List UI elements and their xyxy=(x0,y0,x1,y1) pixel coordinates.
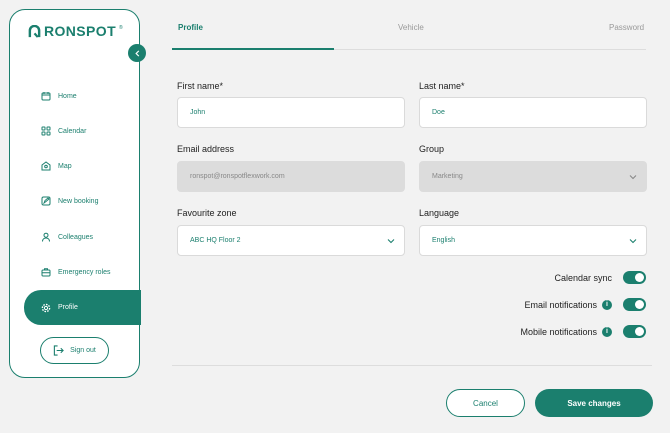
favourite-zone-value: ABC HQ Floor 2 xyxy=(190,237,241,244)
sign-out-icon xyxy=(53,345,65,356)
sidebar-item-label: Home xyxy=(58,92,77,100)
sidebar-item-map[interactable]: Map xyxy=(10,156,140,176)
sidebar-item-home[interactable]: Home xyxy=(10,86,140,106)
language-value: English xyxy=(432,237,455,244)
last-name-value: Doe xyxy=(432,109,445,116)
sign-out-button[interactable]: Sign out xyxy=(40,337,109,364)
map-pin-icon xyxy=(41,161,51,171)
sign-out-label: Sign out xyxy=(70,347,96,354)
footer-divider xyxy=(172,365,652,366)
sidebar-item-colleagues[interactable]: Colleagues xyxy=(10,227,140,247)
calendar-sync-row: Calendar sync xyxy=(554,271,646,284)
sidebar-item-profile[interactable]: Profile xyxy=(24,290,141,325)
chevron-down-icon xyxy=(387,237,395,245)
last-name-label: Last name* xyxy=(419,81,465,91)
sidebar-item-calendar[interactable]: Calendar xyxy=(10,121,140,141)
first-name-value: John xyxy=(190,109,206,116)
ronspot-logo[interactable]: RONSPOT ® xyxy=(28,23,123,39)
save-changes-button[interactable]: Save changes xyxy=(535,389,653,417)
tab-password[interactable]: Password xyxy=(609,23,644,32)
active-tab-indicator xyxy=(172,48,334,50)
gear-icon xyxy=(41,303,51,313)
mobile-notifications-label: Mobile notifications xyxy=(520,326,597,337)
chevron-down-icon xyxy=(629,173,637,181)
mobile-notifications-row: Mobile notifications i xyxy=(520,325,646,338)
sidebar-item-emergency-roles[interactable]: Emergency roles xyxy=(10,262,140,282)
calendar-sync-toggle[interactable] xyxy=(623,271,646,284)
favourite-zone-select[interactable]: ABC HQ Floor 2 xyxy=(177,225,405,256)
sidebar: RONSPOT ® Home Calendar Map New booking … xyxy=(9,9,141,378)
email-notifications-toggle[interactable] xyxy=(623,298,646,311)
email-notifications-label: Email notifications xyxy=(524,299,597,310)
email-value: ronspot@ronspotflexwork.com xyxy=(190,173,285,180)
sidebar-item-label: Calendar xyxy=(58,127,87,135)
sidebar-item-label: New booking xyxy=(58,197,99,205)
sidebar-item-label: Profile xyxy=(58,304,78,311)
group-select: Marketing xyxy=(419,161,647,192)
collapse-sidebar-button[interactable] xyxy=(128,44,146,62)
tab-profile[interactable]: Profile xyxy=(178,23,203,32)
group-value: Marketing xyxy=(432,173,463,180)
email-label: Email address xyxy=(177,144,235,154)
email-field: ronspot@ronspotflexwork.com xyxy=(177,161,405,192)
info-icon[interactable]: i xyxy=(602,326,612,337)
email-notifications-row: Email notifications i xyxy=(524,298,646,311)
chevron-down-icon xyxy=(629,237,637,245)
ronspot-logo-icon xyxy=(28,24,41,38)
sidebar-item-new-booking[interactable]: New booking xyxy=(10,191,140,211)
info-icon[interactable]: i xyxy=(602,299,612,310)
first-name-field[interactable]: John xyxy=(177,97,405,128)
chevron-left-icon xyxy=(134,49,139,57)
brand-trademark: ® xyxy=(119,25,123,31)
favourite-zone-label: Favourite zone xyxy=(177,208,237,218)
language-select[interactable]: English xyxy=(419,225,647,256)
tab-vehicle[interactable]: Vehicle xyxy=(398,23,424,32)
sidebar-item-label: Colleagues xyxy=(58,233,94,241)
group-label: Group xyxy=(419,144,445,154)
first-name-label: First name* xyxy=(177,81,224,91)
edit-icon xyxy=(41,196,51,206)
briefcase-icon xyxy=(41,267,51,277)
user-icon xyxy=(41,232,51,242)
calendar-day-icon xyxy=(41,91,51,101)
last-name-field[interactable]: Doe xyxy=(419,97,647,128)
sidebar-item-label: Map xyxy=(58,162,72,170)
calendar-sync-label: Calendar sync xyxy=(554,272,612,283)
language-label: Language xyxy=(419,208,460,218)
mobile-notifications-toggle[interactable] xyxy=(623,325,646,338)
grid-icon xyxy=(41,126,51,136)
brand-name: RONSPOT xyxy=(44,23,117,39)
sidebar-item-label: Emergency roles xyxy=(58,268,111,276)
cancel-button[interactable]: Cancel xyxy=(446,389,525,417)
